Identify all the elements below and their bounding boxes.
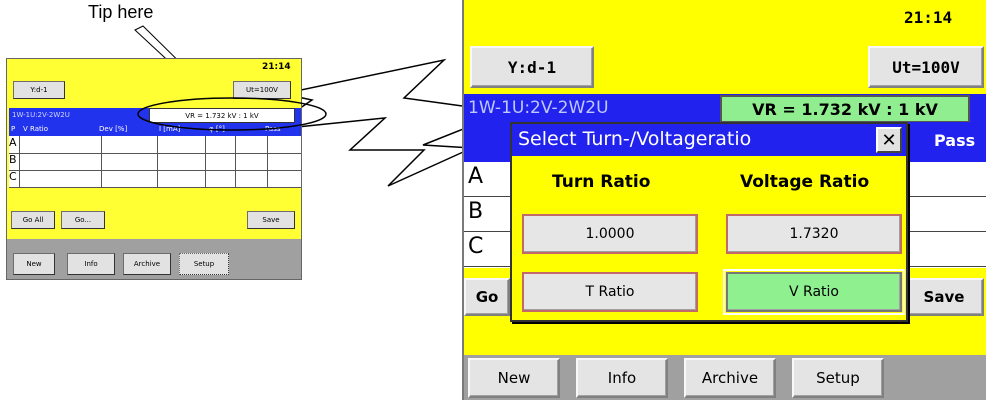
dialog-title: Select Turn-/Voltageratio [518,128,752,150]
col-pass: Pass [934,131,976,150]
winding-label: 1W-1U:2V-2W2U [468,98,609,118]
nav-setup[interactable]: Setup [792,358,884,398]
voltage-ratio-value[interactable]: 1.7320 [726,214,902,254]
row-label: A [468,164,484,189]
nav-info[interactable]: Info [576,358,668,398]
voltage-ratio-heading: Voltage Ratio [740,172,870,192]
nav-bar: New Info Archive Setup [464,355,986,400]
v-ratio-button[interactable]: V Ratio [723,269,905,315]
close-icon[interactable]: ✕ [876,127,902,153]
turn-ratio-heading: Turn Ratio [552,172,651,192]
t-ratio-button[interactable]: T Ratio [522,272,698,312]
turn-ratio-value[interactable]: 1.0000 [522,214,698,254]
save-button[interactable]: Save [904,278,984,316]
voltage-button[interactable]: Ut=100V [868,46,984,88]
go-button[interactable]: Go [464,278,510,316]
wiring-button[interactable]: Y:d-1 [470,46,594,88]
ratio-display[interactable]: VR = 1.732 kV : 1 kV [720,95,970,123]
clock: 21:14 [904,8,953,27]
zoomed-screen: 21:14 Y:d-1 Ut=100V 1W-1U:2V-2W2U VR = 1… [462,0,986,400]
row-label: C [468,234,484,259]
row-label: B [468,199,484,224]
ratio-dialog: Select Turn-/Voltageratio ✕ Turn Ratio V… [510,122,908,322]
nav-archive[interactable]: Archive [684,358,776,398]
nav-new[interactable]: New [468,358,560,398]
